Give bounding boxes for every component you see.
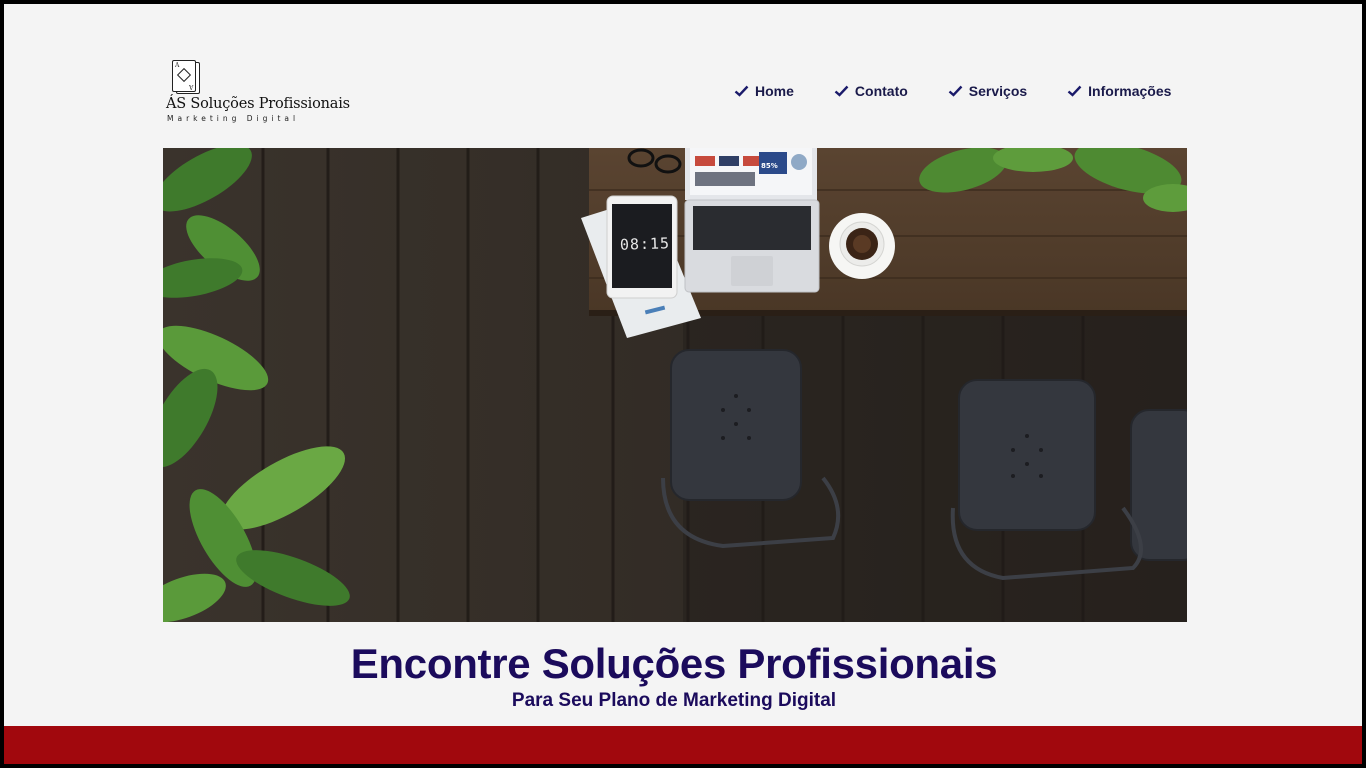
brand-name: ÁS Soluções Profissionais [166, 96, 350, 112]
laptop-screen-stat: 85% [761, 162, 778, 170]
nav-item-servicos[interactable]: Serviços [948, 83, 1027, 99]
page-title: Encontre Soluções Profissionais [350, 640, 998, 687]
nav-item-label: Serviços [968, 83, 1028, 99]
card-pip-bottom: A [188, 83, 193, 90]
page-frame: A A ÁS Soluções Profissionais Marketing … [4, 4, 1362, 764]
check-icon [834, 85, 849, 97]
card-pip-top: A [175, 62, 180, 69]
workspace-photo [163, 148, 1187, 622]
nav-item-home[interactable]: Home [734, 83, 794, 99]
footer-bar [4, 726, 1362, 764]
nav-item-label: Home [755, 83, 794, 99]
check-icon [948, 85, 963, 97]
hero-image: 08:15 85% [163, 148, 1187, 622]
ace-card-logo-icon: A A [172, 60, 196, 92]
page-subtitle: Para Seu Plano de Marketing Digital [511, 690, 837, 711]
nav-item-informacoes[interactable]: Informações [1067, 83, 1171, 99]
check-icon [734, 85, 749, 97]
tablet-clock: 08:15 [619, 234, 671, 254]
nav-item-label: Contato [854, 83, 908, 99]
main-nav: Home Contato Serviços Informações [734, 83, 1211, 99]
check-icon [1067, 85, 1082, 97]
site-logo[interactable]: A A ÁS Soluções Profissionais Marketing … [166, 60, 356, 126]
brand-tagline: Marketing Digital [167, 114, 300, 123]
diamond-icon [176, 67, 192, 83]
nav-item-contato[interactable]: Contato [834, 83, 908, 99]
nav-item-label: Informações [1088, 83, 1172, 99]
